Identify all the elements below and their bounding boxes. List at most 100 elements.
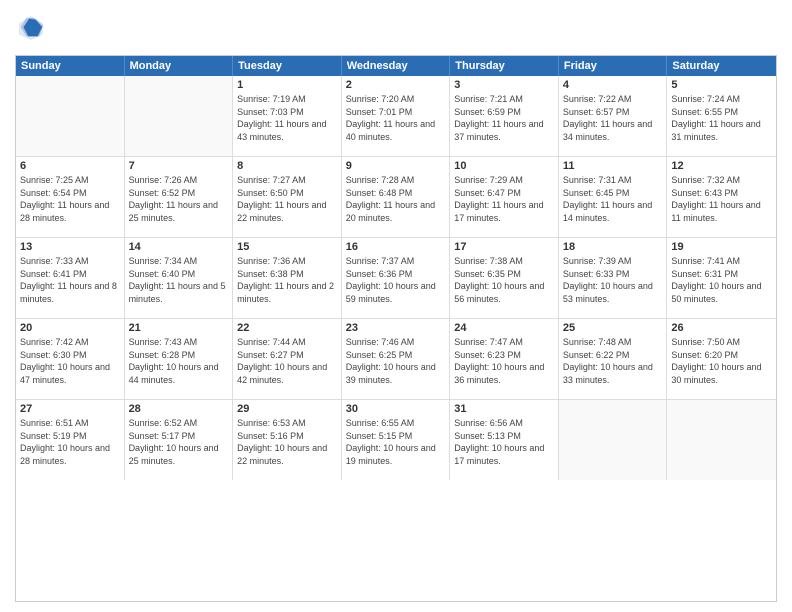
day-number: 18 — [563, 241, 663, 253]
page: SundayMondayTuesdayWednesdayThursdayFrid… — [0, 0, 792, 612]
calendar-cell: 13 Sunrise: 7:33 AMSunset: 6:41 PMDayligh… — [16, 238, 125, 318]
calendar-cell: 19Sunrise: 7:41 AMSunset: 6:31 PMDayligh… — [667, 238, 776, 318]
day-info: Sunrise: 7:22 AMSunset: 6:57 PMDaylight:… — [563, 93, 663, 143]
calendar-cell: 28Sunrise: 6:52 AMSunset: 5:17 PMDayligh… — [125, 400, 234, 480]
day-info: Sunrise: 6:53 AMSunset: 5:16 PMDaylight:… — [237, 417, 337, 467]
calendar-week-row: 1 Sunrise: 7:19 AMSunset: 7:03 PMDaylight… — [16, 76, 776, 157]
day-info: Sunrise: 7:38 AMSunset: 6:35 PMDaylight:… — [454, 255, 554, 305]
calendar-header-day: Tuesday — [233, 56, 342, 76]
day-info: Sunrise: 7:42 AMSunset: 6:30 PMDaylight:… — [20, 336, 120, 386]
calendar-cell: 22 Sunrise: 7:44 AMSunset: 6:27 PMDayligh… — [233, 319, 342, 399]
day-number: 25 — [563, 322, 663, 334]
day-number: 16 — [346, 241, 446, 253]
calendar-header-day: Friday — [559, 56, 668, 76]
calendar-cell: 11Sunrise: 7:31 AMSunset: 6:45 PMDayligh… — [559, 157, 668, 237]
day-number: 6 — [20, 160, 120, 172]
day-info: Sunrise: 7:20 AMSunset: 7:01 PMDaylight:… — [346, 93, 446, 143]
day-number: 26 — [671, 322, 772, 334]
day-number: 4 — [563, 79, 663, 91]
calendar-cell — [16, 76, 125, 156]
day-info: Sunrise: 6:56 AMSunset: 5:13 PMDaylight:… — [454, 417, 554, 467]
day-number: 30 — [346, 403, 446, 415]
logo — [15, 14, 45, 47]
calendar-cell: 27 Sunrise: 6:51 AMSunset: 5:19 PMDayligh… — [16, 400, 125, 480]
calendar-week-row: 6 Sunrise: 7:25 AMSunset: 6:54 PMDaylight… — [16, 157, 776, 238]
day-number: 28 — [129, 403, 229, 415]
logo-icon — [17, 14, 45, 42]
day-number: 27 — [20, 403, 120, 415]
calendar-cell: 30Sunrise: 6:55 AMSunset: 5:15 PMDayligh… — [342, 400, 451, 480]
day-number: 7 — [129, 160, 229, 172]
day-number: 19 — [671, 241, 772, 253]
day-info: Sunrise: 7:39 AMSunset: 6:33 PMDaylight:… — [563, 255, 663, 305]
calendar: SundayMondayTuesdayWednesdayThursdayFrid… — [15, 55, 777, 602]
day-info: Sunrise: 7:25 AMSunset: 6:54 PMDaylight:… — [20, 174, 120, 224]
calendar-cell: 25 Sunrise: 7:48 AMSunset: 6:22 PMDayligh… — [559, 319, 668, 399]
day-info: Sunrise: 7:24 AMSunset: 6:55 PMDaylight:… — [671, 93, 772, 143]
day-number: 13 — [20, 241, 120, 253]
day-info: Sunrise: 7:43 AMSunset: 6:28 PMDaylight:… — [129, 336, 229, 386]
calendar-header: SundayMondayTuesdayWednesdayThursdayFrid… — [16, 56, 776, 76]
calendar-cell: 12Sunrise: 7:32 AMSunset: 6:43 PMDayligh… — [667, 157, 776, 237]
calendar-cell: 5 Sunrise: 7:24 AMSunset: 6:55 PMDaylight… — [667, 76, 776, 156]
day-info: Sunrise: 7:21 AMSunset: 6:59 PMDaylight:… — [454, 93, 554, 143]
calendar-cell: 23 Sunrise: 7:46 AMSunset: 6:25 PMDayligh… — [342, 319, 451, 399]
calendar-cell: 20 Sunrise: 7:42 AMSunset: 6:30 PMDayligh… — [16, 319, 125, 399]
day-info: Sunrise: 7:29 AMSunset: 6:47 PMDaylight:… — [454, 174, 554, 224]
day-number: 29 — [237, 403, 337, 415]
calendar-cell: 8 Sunrise: 7:27 AMSunset: 6:50 PMDaylight… — [233, 157, 342, 237]
calendar-header-day: Saturday — [667, 56, 776, 76]
header — [15, 10, 777, 47]
day-number: 8 — [237, 160, 337, 172]
calendar-cell — [667, 400, 776, 480]
calendar-cell — [559, 400, 668, 480]
day-number: 5 — [671, 79, 772, 91]
day-info: Sunrise: 7:37 AMSunset: 6:36 PMDaylight:… — [346, 255, 446, 305]
day-number: 22 — [237, 322, 337, 334]
day-info: Sunrise: 7:48 AMSunset: 6:22 PMDaylight:… — [563, 336, 663, 386]
calendar-cell: 3 Sunrise: 7:21 AMSunset: 6:59 PMDaylight… — [450, 76, 559, 156]
calendar-cell: 31Sunrise: 6:56 AMSunset: 5:13 PMDayligh… — [450, 400, 559, 480]
day-info: Sunrise: 7:33 AMSunset: 6:41 PMDaylight:… — [20, 255, 120, 305]
calendar-cell: 24 Sunrise: 7:47 AMSunset: 6:23 PMDayligh… — [450, 319, 559, 399]
day-info: Sunrise: 7:19 AMSunset: 7:03 PMDaylight:… — [237, 93, 337, 143]
calendar-cell: 17Sunrise: 7:38 AMSunset: 6:35 PMDayligh… — [450, 238, 559, 318]
calendar-cell: 7 Sunrise: 7:26 AMSunset: 6:52 PMDaylight… — [125, 157, 234, 237]
calendar-cell: 29 Sunrise: 6:53 AMSunset: 5:16 PMDayligh… — [233, 400, 342, 480]
day-number: 21 — [129, 322, 229, 334]
calendar-week-row: 13 Sunrise: 7:33 AMSunset: 6:41 PMDayligh… — [16, 238, 776, 319]
calendar-body: 1 Sunrise: 7:19 AMSunset: 7:03 PMDaylight… — [16, 76, 776, 480]
day-info: Sunrise: 7:31 AMSunset: 6:45 PMDaylight:… — [563, 174, 663, 224]
day-info: Sunrise: 7:32 AMSunset: 6:43 PMDaylight:… — [671, 174, 772, 224]
day-info: Sunrise: 7:26 AMSunset: 6:52 PMDaylight:… — [129, 174, 229, 224]
day-number: 24 — [454, 322, 554, 334]
day-number: 3 — [454, 79, 554, 91]
day-number: 1 — [237, 79, 337, 91]
day-number: 15 — [237, 241, 337, 253]
calendar-cell: 10Sunrise: 7:29 AMSunset: 6:47 PMDayligh… — [450, 157, 559, 237]
calendar-header-day: Monday — [125, 56, 234, 76]
day-info: Sunrise: 7:27 AMSunset: 6:50 PMDaylight:… — [237, 174, 337, 224]
calendar-cell: 9 Sunrise: 7:28 AMSunset: 6:48 PMDaylight… — [342, 157, 451, 237]
calendar-cell: 2 Sunrise: 7:20 AMSunset: 7:01 PMDaylight… — [342, 76, 451, 156]
day-info: Sunrise: 7:46 AMSunset: 6:25 PMDaylight:… — [346, 336, 446, 386]
calendar-header-day: Wednesday — [342, 56, 451, 76]
calendar-cell: 18 Sunrise: 7:39 AMSunset: 6:33 PMDayligh… — [559, 238, 668, 318]
calendar-cell: 4 Sunrise: 7:22 AMSunset: 6:57 PMDaylight… — [559, 76, 668, 156]
calendar-cell: 6 Sunrise: 7:25 AMSunset: 6:54 PMDaylight… — [16, 157, 125, 237]
day-number: 9 — [346, 160, 446, 172]
day-info: Sunrise: 7:50 AMSunset: 6:20 PMDaylight:… — [671, 336, 772, 386]
day-info: Sunrise: 7:28 AMSunset: 6:48 PMDaylight:… — [346, 174, 446, 224]
day-info: Sunrise: 7:34 AMSunset: 6:40 PMDaylight:… — [129, 255, 229, 305]
day-number: 2 — [346, 79, 446, 91]
day-info: Sunrise: 7:44 AMSunset: 6:27 PMDaylight:… — [237, 336, 337, 386]
day-number: 23 — [346, 322, 446, 334]
calendar-week-row: 20 Sunrise: 7:42 AMSunset: 6:30 PMDayligh… — [16, 319, 776, 400]
day-number: 14 — [129, 241, 229, 253]
day-info: Sunrise: 6:51 AMSunset: 5:19 PMDaylight:… — [20, 417, 120, 467]
calendar-cell: 14 Sunrise: 7:34 AMSunset: 6:40 PMDayligh… — [125, 238, 234, 318]
calendar-cell: 15Sunrise: 7:36 AMSunset: 6:38 PMDayligh… — [233, 238, 342, 318]
calendar-cell: 21 Sunrise: 7:43 AMSunset: 6:28 PMDayligh… — [125, 319, 234, 399]
day-number: 20 — [20, 322, 120, 334]
day-info: Sunrise: 7:47 AMSunset: 6:23 PMDaylight:… — [454, 336, 554, 386]
